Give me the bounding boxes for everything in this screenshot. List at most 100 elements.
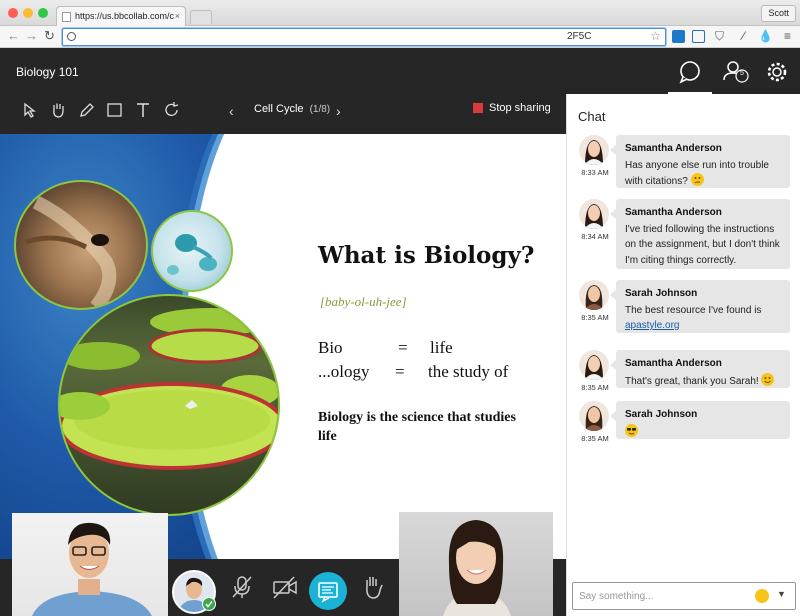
chat-message-input[interactable] <box>579 587 749 605</box>
share-content-button[interactable] <box>309 572 347 610</box>
definition-term-2: ...ology <box>318 362 370 381</box>
search-icon <box>67 32 76 41</box>
browser-tab-title: https://us.bbcollab.com/c <box>75 11 175 21</box>
message-text: I've tried following the instructions on… <box>625 223 780 266</box>
message-time: 8:33 AM <box>581 168 609 177</box>
slide-pronunciation: [baby-ol-uh-jee] <box>320 294 407 309</box>
drop-icon[interactable]: 💧 <box>758 30 773 43</box>
chat-panel-button[interactable] <box>668 48 712 94</box>
cells-photo <box>151 210 233 292</box>
chat-panel: Chat 8:33 AM Samantha Anderson Has anyon… <box>566 94 800 616</box>
attendee-count-badge: 5 <box>740 70 744 77</box>
address-bar-text: 2F5C <box>567 31 592 42</box>
message-text: That's great, thank you Sarah! <box>625 375 759 387</box>
message-time: 8:35 AM <box>581 383 609 392</box>
message-time: 8:35 AM <box>581 434 609 443</box>
settings-button[interactable] <box>756 48 800 94</box>
redo-icon[interactable] <box>162 100 182 120</box>
gear-icon <box>767 62 787 82</box>
microphone-muted-icon[interactable] <box>227 572 257 602</box>
avatar-samantha <box>579 350 609 380</box>
browser-toolbar: ← → ↻ 2F5C ☆ ⛉ ⁄ 💧 ≡ <box>0 26 800 48</box>
pan-hand-icon[interactable] <box>48 100 68 120</box>
stop-sharing-button[interactable]: Stop sharing <box>489 102 551 114</box>
camera-off-icon[interactable] <box>270 572 300 602</box>
avatar-samantha <box>579 135 609 165</box>
raise-hand-icon[interactable] <box>358 572 388 602</box>
course-title: Biology 101 <box>16 65 79 79</box>
participant-video-male[interactable] <box>12 513 168 616</box>
lily-pads-photo <box>58 294 280 516</box>
maximize-window-icon[interactable] <box>38 8 48 18</box>
message-text: The best resource I've found is <box>625 304 762 316</box>
avatar-sarah <box>579 280 609 310</box>
slide-name: Cell Cycle <box>254 103 304 115</box>
message-bubble: Samantha Anderson Has anyone else run in… <box>610 135 790 188</box>
message-sender: Samantha Anderson <box>625 207 722 218</box>
participant-video-female[interactable] <box>399 512 553 616</box>
message-bubble: Sarah Johnson The best resource I've fou… <box>610 280 790 333</box>
pocket-icon[interactable]: ⛉ <box>713 30 726 43</box>
smiling-face-icon <box>761 372 775 386</box>
menu-icon[interactable]: ≡ <box>781 30 794 43</box>
forward-arrow-icon[interactable]: → <box>25 28 38 43</box>
chat-input-container: ▼ <box>572 582 796 610</box>
extension-blue-icon[interactable] <box>672 30 685 43</box>
address-bar[interactable]: 2F5C ☆ <box>62 28 666 46</box>
content-toolbar: ‹ Cell Cycle (1/8) › Stop sharing <box>0 94 566 134</box>
message-sender: Samantha Anderson <box>625 143 722 154</box>
previous-slide-icon[interactable]: ‹ <box>229 103 234 119</box>
confused-face-icon <box>690 173 704 186</box>
slide-body-text: Biology is the science that studies life <box>318 410 516 444</box>
slide-title-label: Cell Cycle (1/8) <box>254 103 330 115</box>
attendees-button[interactable]: 5 <box>714 48 758 94</box>
profile-button[interactable]: Scott <box>761 5 796 22</box>
pointer-tool-icon[interactable] <box>20 100 40 120</box>
message-bubble: Samantha Anderson That's great, thank yo… <box>610 350 790 388</box>
app-header: Biology 101 5 <box>0 48 800 94</box>
emoji-picker-icon[interactable] <box>755 589 769 603</box>
message-sender: Samantha Anderson <box>625 358 722 369</box>
chat-title: Chat <box>578 109 606 124</box>
share-content-icon <box>318 582 338 603</box>
eyedropper-icon[interactable]: ⁄ <box>737 30 750 43</box>
next-slide-icon[interactable]: › <box>336 103 341 119</box>
sunglasses-face-icon <box>625 423 638 437</box>
slide-heading: What is Biology? <box>318 242 535 269</box>
message-time: 8:35 AM <box>581 313 609 322</box>
minimize-window-icon[interactable] <box>23 8 33 18</box>
definition-meaning-2: the study of <box>428 362 509 381</box>
shared-slide: What is Biology? [baby-ol-uh-jee] Bio = … <box>0 134 566 559</box>
stop-sharing-icon[interactable] <box>473 103 483 113</box>
definition-equals-1: = <box>398 338 408 357</box>
close-window-icon[interactable] <box>8 8 18 18</box>
back-arrow-icon[interactable]: ← <box>7 28 20 43</box>
screen-capture-icon[interactable] <box>692 30 705 43</box>
message-sender: Sarah Johnson <box>625 409 698 420</box>
text-tool-icon[interactable] <box>133 100 153 120</box>
chevron-down-icon[interactable]: ▼ <box>777 589 786 599</box>
pencil-tool-icon[interactable] <box>77 100 97 120</box>
browser-titlebar: https://us.bbcollab.com/c × Scott <box>0 0 800 26</box>
definition-meaning-1: life <box>430 338 453 357</box>
chat-bubble-icon <box>679 61 700 84</box>
browser-tab[interactable]: https://us.bbcollab.com/c × <box>56 6 186 26</box>
message-bubble: Samantha Anderson I've tried following t… <box>610 199 790 269</box>
reload-icon[interactable]: ↻ <box>44 28 55 44</box>
attendees-icon <box>723 61 749 83</box>
avatar-sarah <box>579 401 609 431</box>
shape-tool-icon[interactable] <box>105 100 125 120</box>
message-bubble: Sarah Johnson <box>610 401 790 439</box>
message-time: 8:34 AM <box>581 232 609 241</box>
giraffe-photo <box>14 180 148 310</box>
apastyle-link[interactable]: apastyle.org <box>625 320 679 331</box>
bookmark-star-icon[interactable]: ☆ <box>650 29 661 43</box>
definition-equals-2: = <box>395 362 405 381</box>
slide-counter: (1/8) <box>309 104 331 115</box>
page-favicon-icon <box>62 12 71 22</box>
avatar-samantha <box>579 199 609 229</box>
close-tab-icon[interactable]: × <box>175 7 180 26</box>
new-tab-button[interactable] <box>190 10 212 24</box>
definition-term-1: Bio <box>318 338 343 357</box>
status-check-icon <box>202 597 216 611</box>
